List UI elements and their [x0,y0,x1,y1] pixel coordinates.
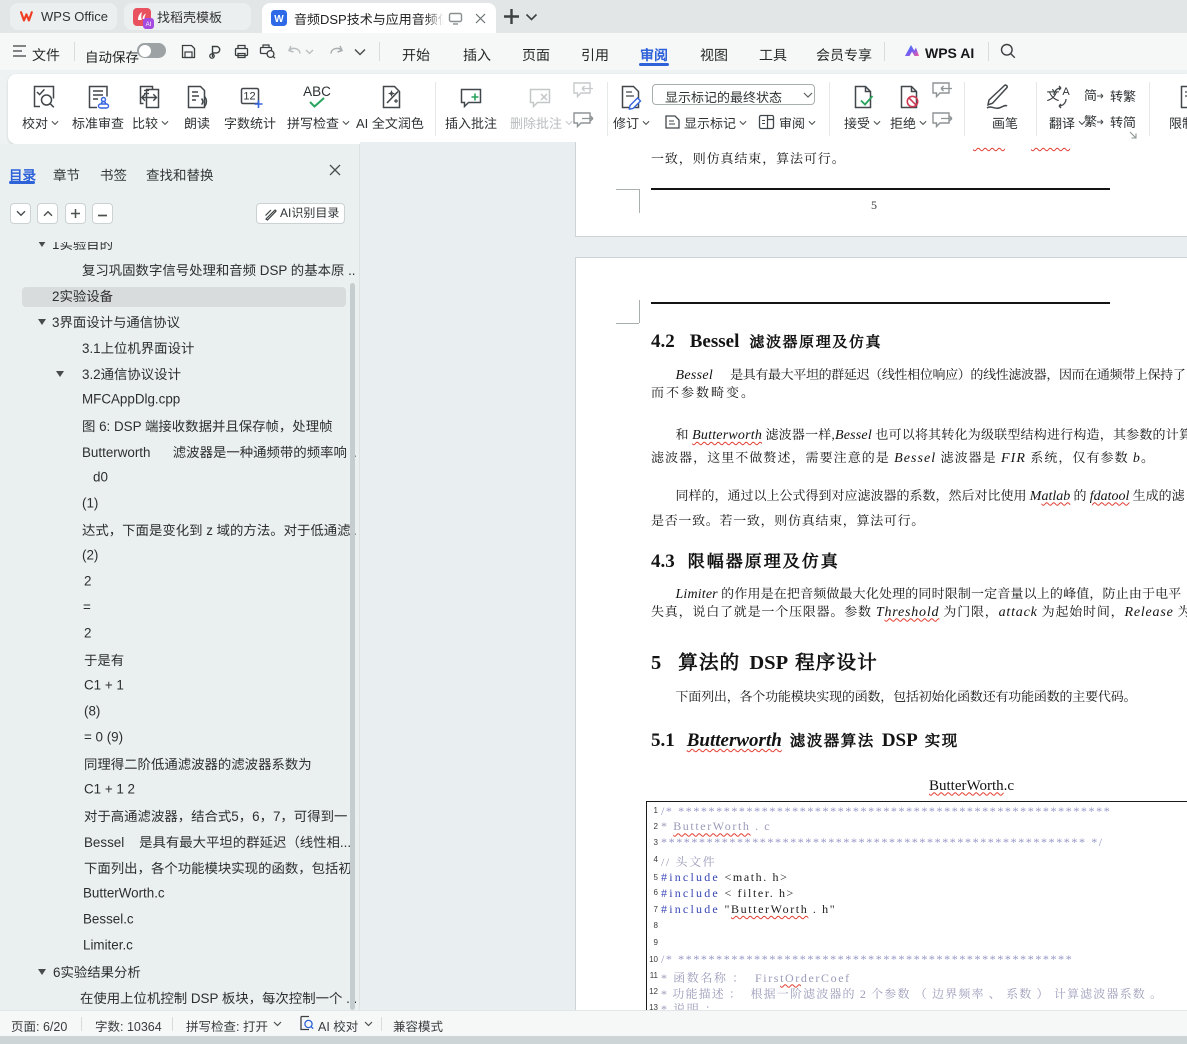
svg-text:文: 文 [1046,85,1059,104]
svg-text:AI: AI [146,22,152,28]
svg-text:A: A [1062,86,1070,98]
svg-text:W: W [274,14,284,25]
svg-text:12: 12 [243,91,255,103]
svg-text:ABC: ABC [303,84,331,99]
